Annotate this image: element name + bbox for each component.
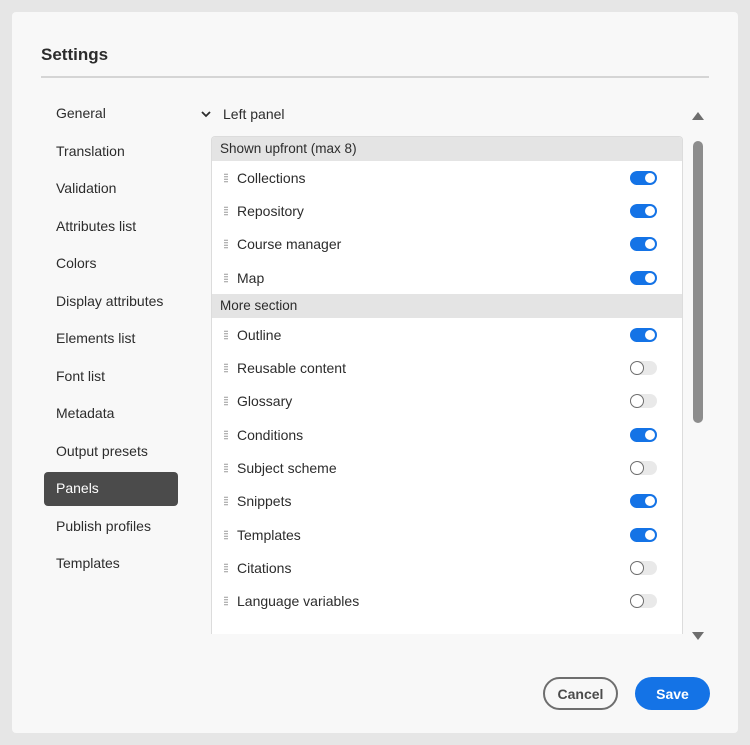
panel-toggle-switch[interactable] bbox=[630, 427, 657, 442]
drag-handle-icon[interactable] bbox=[224, 429, 228, 440]
scroll-up-arrow-icon[interactable] bbox=[692, 112, 704, 120]
panel-row: Subject scheme bbox=[212, 451, 682, 484]
panel-row-label: Reusable content bbox=[237, 360, 346, 377]
nav-item-validation[interactable]: Validation bbox=[44, 172, 178, 206]
nav-item-metadata[interactable]: Metadata bbox=[44, 397, 178, 431]
panel-row-label: Map bbox=[237, 269, 265, 286]
panel-row-label: Collections bbox=[237, 169, 306, 186]
nav-item-display-attributes[interactable]: Display attributes bbox=[44, 285, 178, 319]
panel-toggle-switch[interactable] bbox=[630, 361, 657, 376]
panel-toggle-switch[interactable] bbox=[630, 327, 657, 342]
panel-row: Language variables bbox=[212, 585, 682, 618]
panel-row-label: Repository bbox=[237, 202, 304, 219]
dialog-title: Settings bbox=[41, 45, 109, 64]
nav-item-attributes-list[interactable]: Attributes list bbox=[44, 210, 178, 244]
nav-item-publish-profiles[interactable]: Publish profiles bbox=[44, 510, 178, 544]
drag-handle-icon[interactable] bbox=[224, 329, 228, 340]
panel-row-label: Citations bbox=[237, 559, 292, 576]
panel-row-label: Snippets bbox=[237, 493, 292, 510]
panel-row-label: Glossary bbox=[237, 393, 293, 410]
section-header-shown-upfront: Shown upfront (max 8) bbox=[212, 137, 682, 161]
scrollbar[interactable] bbox=[690, 104, 706, 640]
panel-toggle-switch[interactable] bbox=[630, 237, 657, 252]
section-header-more: More section bbox=[212, 294, 682, 319]
nav-item-output-presets[interactable]: Output presets bbox=[44, 435, 178, 469]
drag-handle-icon[interactable] bbox=[224, 596, 228, 607]
drag-handle-icon[interactable] bbox=[224, 463, 228, 474]
panel-toggle-switch[interactable] bbox=[630, 394, 657, 409]
panel-row-label: Language variables bbox=[237, 593, 360, 610]
drag-handle-icon[interactable] bbox=[224, 496, 228, 507]
panel-toggle-switch[interactable] bbox=[630, 494, 657, 509]
nav-item-colors[interactable]: Colors bbox=[44, 247, 178, 281]
settings-nav: General Translation Validation Attribute… bbox=[44, 97, 178, 585]
nav-item-font-list[interactable]: Font list bbox=[44, 360, 178, 394]
panel-row: Outline bbox=[212, 318, 682, 351]
nav-item-templates[interactable]: Templates bbox=[44, 547, 178, 581]
drag-handle-icon[interactable] bbox=[224, 363, 228, 374]
panel-row-label: Outline bbox=[237, 326, 282, 343]
panel-row: Templates bbox=[212, 518, 682, 551]
settings-dialog: Settings General Translation Validation … bbox=[12, 12, 738, 733]
drag-handle-icon[interactable] bbox=[224, 239, 228, 250]
scroll-down-arrow-icon[interactable] bbox=[692, 632, 704, 640]
scrollbar-thumb[interactable] bbox=[693, 141, 703, 423]
title-divider bbox=[41, 76, 709, 78]
panel-row-label: Course manager bbox=[237, 236, 342, 253]
chevron-down-icon bbox=[201, 111, 211, 118]
panel-list: Shown upfront (max 8) Collections Reposit… bbox=[211, 136, 683, 634]
drag-handle-icon[interactable] bbox=[224, 205, 228, 216]
nav-item-elements-list[interactable]: Elements list bbox=[44, 322, 178, 356]
cancel-button[interactable]: Cancel bbox=[543, 677, 618, 710]
left-panel-toggle[interactable]: Left panel bbox=[200, 106, 285, 122]
panel-row: Repository bbox=[212, 194, 682, 227]
panel-row-label: Subject scheme bbox=[237, 460, 337, 477]
panel-row-label: Templates bbox=[237, 526, 301, 543]
panel-toggle-switch[interactable] bbox=[630, 560, 657, 575]
panel-row: Collections bbox=[212, 161, 682, 194]
panel-row-label: Conditions bbox=[237, 426, 304, 443]
nav-item-panels[interactable]: Panels bbox=[44, 472, 178, 506]
drag-handle-icon[interactable] bbox=[224, 396, 228, 407]
panel-row: Snippets bbox=[212, 485, 682, 518]
panel-row: Glossary bbox=[212, 385, 682, 418]
drag-handle-icon[interactable] bbox=[224, 172, 228, 183]
panel-row: Citations bbox=[212, 551, 682, 584]
panel-toggle-switch[interactable] bbox=[630, 461, 657, 476]
panel-row: Map bbox=[212, 261, 682, 294]
panel-row: Conditions bbox=[212, 418, 682, 451]
drag-handle-icon[interactable] bbox=[224, 272, 228, 283]
drag-handle-icon[interactable] bbox=[224, 529, 228, 540]
panel-toggle-switch[interactable] bbox=[630, 270, 657, 285]
panel-toggle-switch[interactable] bbox=[630, 594, 657, 609]
panel-toggle-switch[interactable] bbox=[630, 203, 657, 218]
panel-row: Course manager bbox=[212, 228, 682, 261]
panel-row: Reusable content bbox=[212, 351, 682, 384]
panel-toggle-switch[interactable] bbox=[630, 170, 657, 185]
drag-handle-icon[interactable] bbox=[224, 562, 228, 573]
save-button[interactable]: Save bbox=[635, 677, 710, 710]
left-panel-label: Left panel bbox=[223, 106, 285, 122]
nav-item-general[interactable]: General bbox=[44, 97, 178, 131]
nav-item-translation[interactable]: Translation bbox=[44, 135, 178, 169]
panel-toggle-switch[interactable] bbox=[630, 527, 657, 542]
